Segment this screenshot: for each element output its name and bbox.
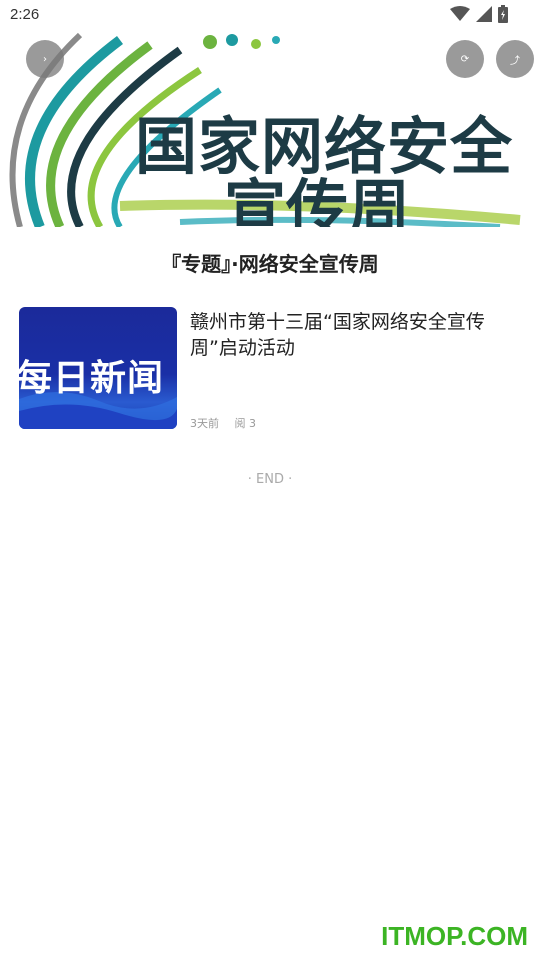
back-button[interactable]: › bbox=[26, 40, 64, 78]
refresh-icon: ⟳ bbox=[460, 53, 470, 65]
wifi-icon bbox=[450, 6, 470, 21]
article-reads: 阅 3 bbox=[234, 417, 257, 430]
share-icon: ⤴ bbox=[510, 55, 520, 67]
banner-title-line2: 宣传周 bbox=[224, 172, 411, 227]
topic-title: 『专题』·网络安全宣传周 bbox=[161, 252, 379, 276]
article-title[interactable]: 赣州市第十三届“国家网络安全宣传周”启动活动 bbox=[190, 309, 510, 361]
status-time: 2:26 bbox=[10, 6, 40, 23]
signal-icon bbox=[476, 6, 492, 22]
status-bar: 2:26 bbox=[0, 0, 540, 30]
article-time: 3天前 bbox=[190, 417, 219, 430]
battery-icon bbox=[498, 5, 508, 23]
status-icons bbox=[450, 5, 508, 23]
article-item[interactable]: 每日新闻 赣州市第十三届“国家网络安全宣传周”启动活动 3天前 阅 3 bbox=[19, 307, 529, 431]
chevron-right-icon: › bbox=[43, 53, 47, 65]
article-meta: 3天前 阅 3 bbox=[190, 415, 268, 431]
watermark: ITMOP.COM bbox=[381, 921, 528, 951]
end-marker: · END · bbox=[247, 472, 293, 487]
share-button[interactable]: ⤴ bbox=[496, 40, 534, 78]
refresh-button[interactable]: ⟳ bbox=[446, 40, 484, 78]
thumbnail-caption: 每日新闻 bbox=[19, 358, 165, 399]
article-thumbnail[interactable]: 每日新闻 bbox=[19, 307, 177, 429]
